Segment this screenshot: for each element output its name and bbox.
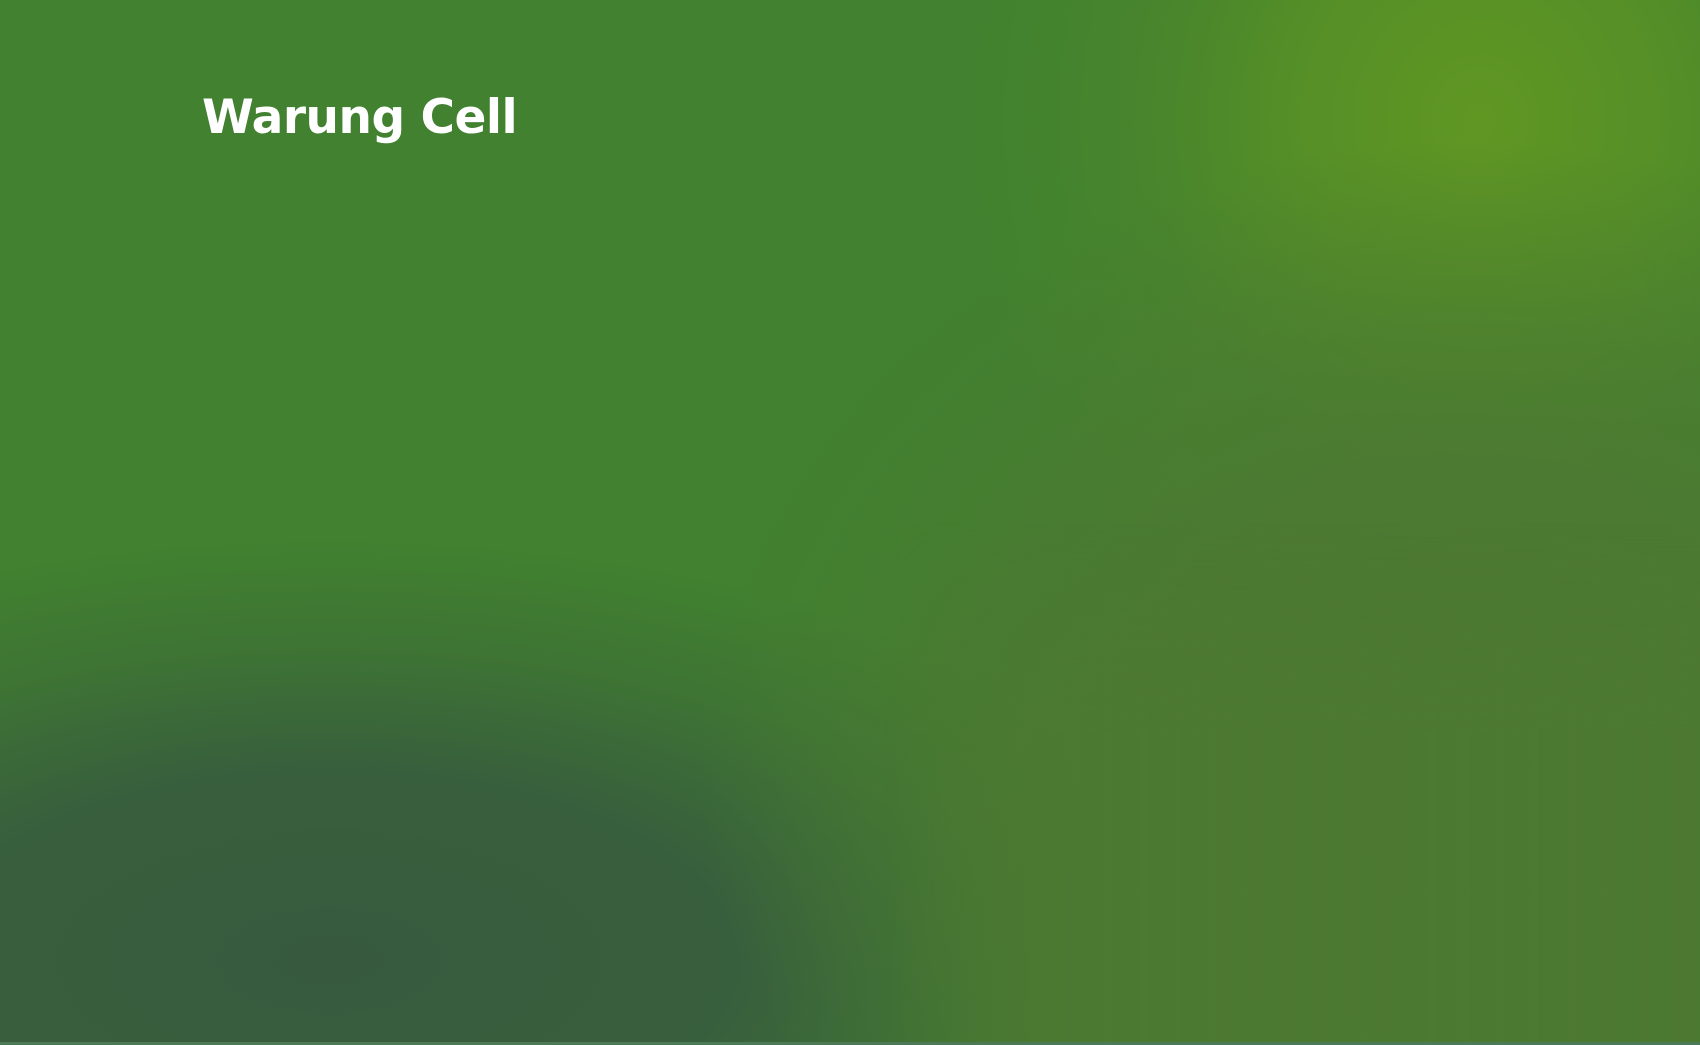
olive-edge — [0, 0, 1700, 1045]
hero-background: Warung Cell — [0, 0, 1700, 1045]
dark-shadow — [0, 0, 1700, 1045]
olive-wash — [0, 0, 1700, 1045]
lime-glow — [0, 0, 1700, 1045]
brand-title: Warung Cell — [202, 90, 518, 145]
